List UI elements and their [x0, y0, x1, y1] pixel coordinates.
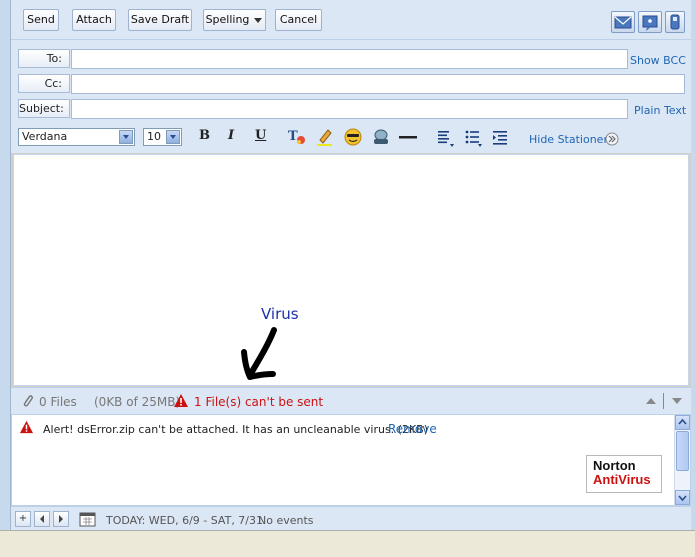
- to-label-button[interactable]: To:: [18, 49, 70, 68]
- cc-label-button[interactable]: Cc:: [18, 74, 70, 93]
- plain-text-link[interactable]: Plain Text: [634, 104, 686, 117]
- compose-toolbar: Send Attach Save Draft Spelling Cancel: [11, 0, 691, 40]
- svg-text:T: T: [288, 129, 298, 144]
- expand-down-icon[interactable]: [671, 397, 683, 405]
- hide-stationery-link[interactable]: Hide Stationery: [529, 133, 614, 146]
- message-body-editor[interactable]: [13, 154, 689, 386]
- alert-scrollbar[interactable]: [674, 415, 690, 505]
- subject-label: Subject:: [18, 99, 70, 118]
- spelling-dropdown-button[interactable]: [251, 9, 266, 31]
- norton-antivirus-logo: Norton AntiVirus: [586, 455, 662, 493]
- show-bcc-link[interactable]: Show BCC: [630, 54, 686, 67]
- indent-icon[interactable]: [491, 128, 511, 148]
- scroll-down-button[interactable]: [675, 490, 690, 505]
- font-select[interactable]: Verdana: [18, 128, 135, 146]
- to-field[interactable]: [71, 49, 628, 69]
- insert-image-icon[interactable]: [371, 127, 391, 147]
- norton-logo-line1: Norton: [593, 458, 636, 473]
- send-button[interactable]: Send: [23, 9, 59, 31]
- chevron-down-icon: [119, 130, 133, 144]
- files-size: (0KB of 25MB): [94, 395, 181, 409]
- emoticon-icon[interactable]: [343, 127, 363, 147]
- font-size-select[interactable]: 10: [143, 128, 182, 146]
- bullet-list-icon[interactable]: [464, 128, 484, 148]
- collapse-up-icon[interactable]: [645, 397, 657, 405]
- attach-button[interactable]: Attach: [72, 9, 116, 31]
- left-frame-edge: [0, 0, 11, 530]
- error-summary: 1 File(s) can't be sent: [194, 395, 324, 409]
- next-icon[interactable]: [53, 511, 69, 527]
- desktop-background: [0, 530, 695, 557]
- previous-icon[interactable]: [34, 511, 50, 527]
- spelling-button[interactable]: Spelling: [203, 9, 252, 31]
- virus-annotation-label: Virus: [261, 305, 299, 323]
- norton-logo-line2: AntiVirus: [593, 472, 651, 487]
- divider: [663, 393, 664, 409]
- attachment-alert-panel: Alert! dsError.zip can't be attached. It…: [11, 414, 691, 506]
- scroll-thumb[interactable]: [676, 431, 689, 471]
- add-icon[interactable]: +: [15, 511, 31, 527]
- italic-button[interactable]: I: [228, 128, 234, 143]
- mobile-phone-icon[interactable]: [665, 11, 685, 33]
- text-color-icon[interactable]: T: [287, 127, 307, 147]
- envelope-icon[interactable]: [611, 11, 635, 33]
- subject-field[interactable]: [71, 99, 628, 119]
- scroll-up-button[interactable]: [675, 415, 690, 430]
- right-frame-edge: [691, 0, 695, 530]
- paperclip-icon: [23, 395, 33, 407]
- cancel-button[interactable]: Cancel: [275, 9, 322, 31]
- bold-button[interactable]: B: [199, 128, 210, 143]
- align-icon[interactable]: [436, 128, 456, 148]
- warning-icon: [174, 394, 188, 407]
- expand-icon[interactable]: [605, 132, 619, 146]
- remove-link[interactable]: Remove: [388, 422, 437, 436]
- save-draft-button[interactable]: Save Draft: [128, 9, 192, 31]
- horizontal-rule-icon[interactable]: [398, 127, 418, 147]
- font-size-value: 10: [147, 130, 161, 143]
- calendar-range: TODAY: WED, 6/9 - SAT, 7/31: [106, 514, 264, 527]
- files-count: 0 Files: [39, 395, 77, 409]
- cc-field[interactable]: [71, 74, 685, 94]
- annotation-arrow-icon: [241, 327, 277, 380]
- warning-icon: [19, 420, 34, 434]
- attachment-bar: 0 Files (0KB of 25MB) 1 File(s) can't be…: [11, 387, 691, 414]
- chevron-down-icon: [166, 130, 180, 144]
- font-select-value: Verdana: [22, 130, 68, 143]
- calendar-status-bar: + TODAY: WED, 6/9 - SAT, 7/31 No events: [11, 506, 691, 530]
- alert-message: Alert! dsError.zip can't be attached. It…: [43, 423, 429, 436]
- calendar-events: No events: [258, 514, 314, 527]
- underline-button[interactable]: U: [255, 128, 266, 143]
- highlight-icon[interactable]: [315, 127, 335, 147]
- calendar-icon[interactable]: [79, 511, 96, 527]
- notepad-icon[interactable]: [638, 11, 662, 33]
